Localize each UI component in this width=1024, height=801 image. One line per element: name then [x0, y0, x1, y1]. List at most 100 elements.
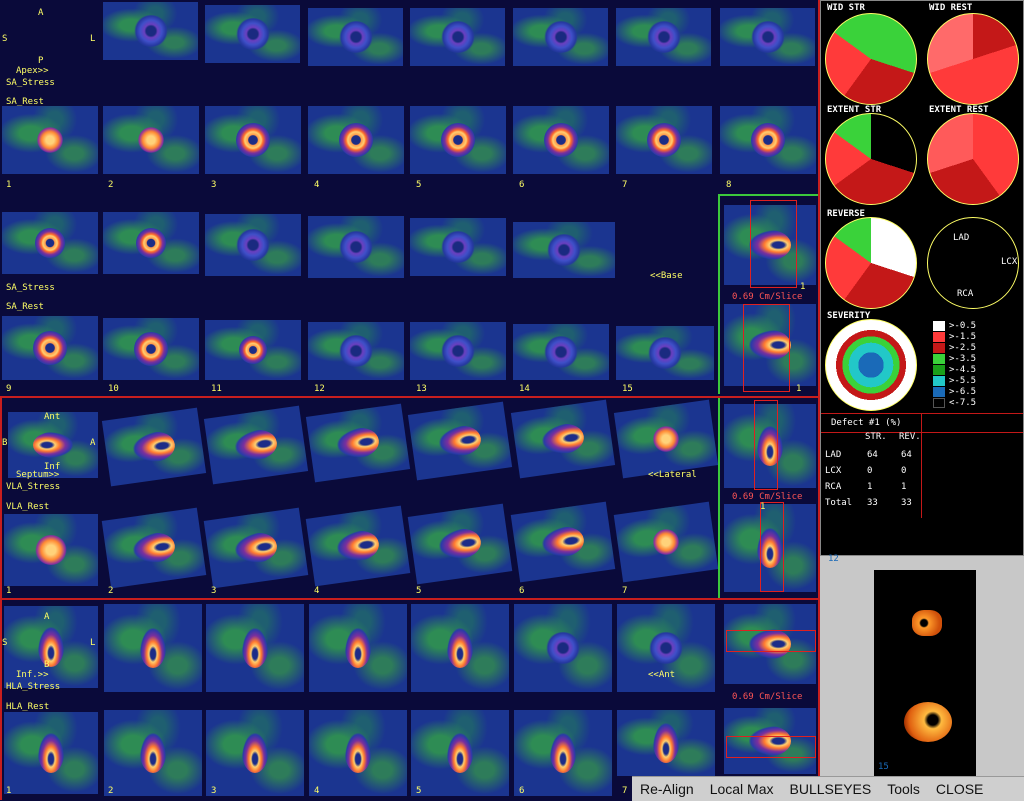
sa-stress-slice[interactable]	[616, 8, 711, 66]
hla-stress-slice[interactable]	[411, 604, 509, 692]
hla-slice-thickness: 0.69 Cm/Slice	[732, 692, 803, 702]
vla-stress-slice[interactable]	[407, 401, 513, 481]
legend-item: >-5.5	[933, 376, 976, 386]
hla-rest-heart	[140, 733, 166, 773]
defect-table: Defect #1 (%) STR. REV. LAD 64 64 LCX 0 …	[821, 413, 1023, 554]
section-divider	[0, 598, 820, 600]
severity-bullseye[interactable]	[825, 319, 917, 411]
vla-side-select-box[interactable]	[760, 502, 784, 592]
vla-rest-slice[interactable]	[4, 514, 98, 586]
orient-left: B	[2, 438, 8, 448]
vla-stress-slice[interactable]	[101, 407, 207, 487]
hla-rest-slice[interactable]	[411, 710, 509, 796]
realign-button[interactable]: Re-Align	[632, 781, 702, 797]
sa-rest-slice[interactable]	[616, 326, 714, 380]
sa-stress-slice[interactable]	[103, 212, 199, 274]
hla-rest-slice[interactable]	[617, 710, 715, 776]
hla-stress-slice[interactable]	[309, 604, 407, 692]
bullseyes-button[interactable]: BULLSEYES	[782, 781, 880, 797]
extent-rest-bullseye[interactable]	[927, 113, 1019, 205]
sa-stress-slice[interactable]	[513, 8, 608, 66]
tools-button[interactable]: Tools	[879, 781, 928, 797]
sa-rest-slice[interactable]	[308, 322, 404, 380]
sa-rest-slice[interactable]	[103, 106, 199, 174]
sa-stress-slice[interactable]	[103, 2, 198, 60]
sa-side-select-box[interactable]	[750, 200, 797, 288]
vla-rest-heart	[437, 526, 483, 562]
sa-stress-slice[interactable]	[2, 212, 98, 274]
sa-rest-slice[interactable]	[616, 106, 712, 174]
vla-rest-slice[interactable]	[101, 507, 207, 589]
vla-rest-slice[interactable]	[510, 501, 616, 583]
legend-item: >-4.5	[933, 365, 976, 375]
extent-stress-bullseye[interactable]	[825, 113, 917, 205]
slice-number: 4	[314, 180, 320, 190]
legend-item: >-3.5	[933, 354, 976, 364]
hla-side-select-box[interactable]	[726, 736, 816, 758]
hla-stress-label: HLA_Stress	[6, 682, 61, 692]
inf-label: Inf.>>	[16, 670, 49, 680]
side-slice-label: 1	[800, 282, 806, 292]
close-button[interactable]: CLOSE	[928, 781, 991, 797]
sa-rest-slice[interactable]	[410, 322, 506, 380]
sa-stress-slice[interactable]	[308, 8, 403, 66]
hla-rest-slice[interactable]	[514, 710, 612, 796]
sa-rest-heart	[37, 127, 63, 153]
vla-stress-slice[interactable]	[203, 405, 309, 485]
hla-rest-slice[interactable]	[206, 710, 304, 796]
vla-stress-slice[interactable]	[510, 399, 616, 479]
vla-stress-slice[interactable]	[613, 399, 719, 479]
hla-rest-slice[interactable]	[4, 712, 98, 794]
sa-rest-slice[interactable]	[513, 106, 609, 174]
row-rev: 64	[901, 450, 912, 460]
sa-stress-slice[interactable]	[513, 222, 615, 278]
sa-rest-slice[interactable]	[720, 106, 816, 174]
slice-number: 1	[6, 180, 12, 190]
sa-rest-heart	[647, 123, 681, 157]
wid-rest-bullseye[interactable]	[927, 13, 1019, 105]
sa-stress-label: SA_Stress	[6, 78, 55, 88]
vla-rest-slice[interactable]	[613, 501, 719, 583]
local-max-button[interactable]: Local Max	[702, 781, 782, 797]
hla-stress-heart	[545, 632, 581, 664]
sa-rest-slice[interactable]	[513, 324, 609, 380]
sa-rest-slice[interactable]	[205, 320, 301, 380]
vla-rest-slice[interactable]	[203, 507, 309, 589]
vla-rest-slice[interactable]	[305, 505, 411, 587]
sa-rest-slice[interactable]	[308, 106, 404, 174]
sa-side-select-box[interactable]	[743, 304, 790, 392]
hla-side-select-box[interactable]	[726, 630, 816, 652]
preview-image[interactable]: 15	[874, 570, 976, 776]
sa-rest-slice[interactable]	[205, 106, 301, 174]
wid-stress-title: WID STR	[827, 3, 865, 13]
sa-stress-slice[interactable]	[410, 8, 505, 66]
hla-rest-heart	[38, 733, 64, 773]
vla-rest-slice[interactable]	[407, 503, 513, 585]
slice-number: 9	[6, 384, 12, 394]
vla-rest-label: VLA_Rest	[6, 502, 50, 512]
hla-rest-heart	[653, 723, 679, 763]
sa-stress-slice[interactable]	[205, 214, 301, 276]
vla-side-select-box[interactable]	[754, 400, 778, 490]
wid-stress-bullseye[interactable]	[825, 13, 917, 105]
sa-stress-slice[interactable]	[308, 216, 404, 278]
hla-stress-slice[interactable]	[104, 604, 202, 692]
slice-number: 14	[519, 384, 530, 394]
sa-rest-slice[interactable]	[410, 106, 506, 174]
sa-side-frame-left	[718, 194, 720, 394]
hla-stress-slice[interactable]	[514, 604, 612, 692]
sa-rest-slice[interactable]	[103, 318, 199, 380]
hla-rest-slice[interactable]	[309, 710, 407, 796]
sa-stress-slice[interactable]	[720, 8, 815, 66]
sa-stress-heart	[338, 231, 374, 263]
sa-stress-heart	[337, 21, 374, 53]
sa-rest-slice[interactable]	[2, 316, 98, 380]
vla-stress-slice[interactable]	[305, 403, 411, 483]
reverse-bullseye[interactable]	[825, 217, 917, 309]
slice-number: 6	[519, 786, 525, 796]
hla-rest-slice[interactable]	[104, 710, 202, 796]
hla-stress-slice[interactable]	[206, 604, 304, 692]
sa-stress-slice[interactable]	[205, 5, 300, 63]
sa-stress-slice[interactable]	[410, 218, 506, 276]
sa-rest-slice[interactable]	[2, 106, 98, 174]
